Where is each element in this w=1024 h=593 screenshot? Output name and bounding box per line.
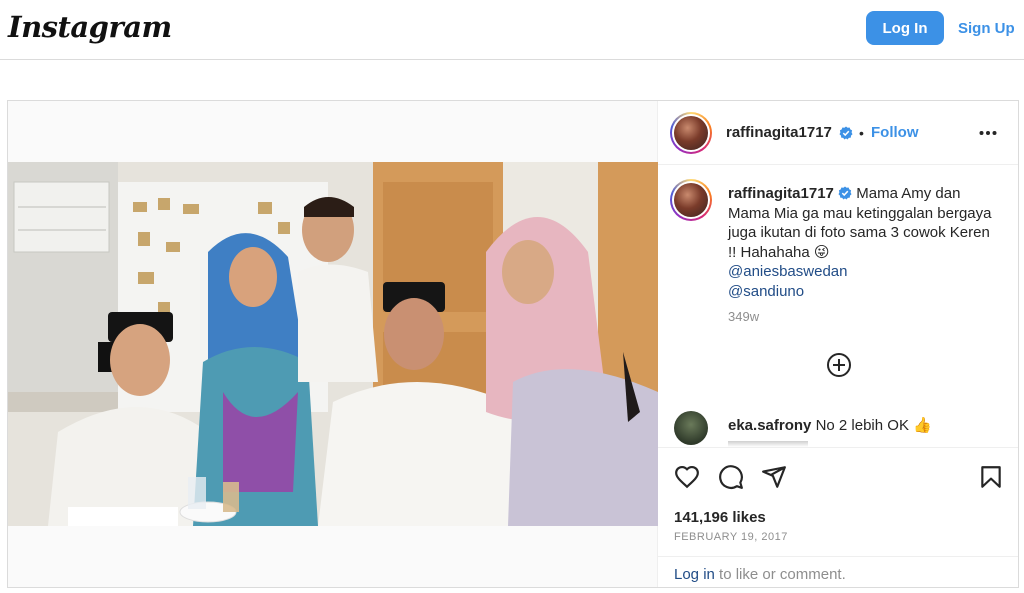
instagram-logo[interactable]: Instagram <box>8 10 172 44</box>
post-card: raffinagita1717 • Follow raffinagita1717 <box>7 100 1019 588</box>
author-username[interactable]: raffinagita1717 <box>726 124 832 141</box>
comment-icon[interactable] <box>718 464 744 490</box>
mention-link[interactable]: @sandiuno <box>728 282 998 302</box>
post-actions: 141,196 likes FEBRUARY 19, 2017 <box>658 447 1018 557</box>
comment-text: eka.safrony No 2 lebih OK 👍 <box>728 416 932 434</box>
commenter-avatar[interactable] <box>674 411 708 445</box>
more-options-icon[interactable] <box>978 123 998 143</box>
heart-icon[interactable] <box>674 464 700 490</box>
post-photo[interactable] <box>8 162 658 526</box>
mention-link[interactable]: @aniesbaswedan <box>728 262 998 282</box>
comments-section[interactable]: raffinagita1717 Mama Amy dan Mama Mia ga… <box>658 165 1018 447</box>
signup-button[interactable]: Sign Up <box>958 11 1015 45</box>
login-prompt: Log in to like or comment. <box>658 556 1018 588</box>
share-icon[interactable] <box>761 464 787 490</box>
post-header: raffinagita1717 • Follow <box>658 101 1018 165</box>
verified-icon <box>838 186 852 200</box>
separator-dot: • <box>859 125 864 141</box>
commenter-username[interactable]: eka.safrony <box>728 417 811 434</box>
comment-body: No 2 lebih OK 👍 <box>815 417 932 434</box>
login-link[interactable]: Log in <box>674 566 715 583</box>
comment-item: eka.safrony No 2 lebih OK 👍 <box>674 407 1004 447</box>
post-caption: raffinagita1717 Mama Amy dan Mama Mia ga… <box>728 184 998 302</box>
post-media <box>8 101 658 587</box>
login-prompt-text: to like or comment. <box>714 566 846 583</box>
photo-illustration <box>8 162 658 526</box>
author-avatar[interactable] <box>670 112 712 154</box>
post-date[interactable]: FEBRUARY 19, 2017 <box>674 531 788 543</box>
follow-button[interactable]: Follow <box>871 124 919 141</box>
load-more-comments-icon[interactable] <box>825 351 853 379</box>
caption-timestamp[interactable]: 349w <box>728 309 759 324</box>
verified-icon <box>839 126 853 140</box>
caption-username[interactable]: raffinagita1717 <box>728 185 834 202</box>
top-navigation: Instagram Log In Sign Up <box>0 0 1024 60</box>
login-button[interactable]: Log In <box>866 11 944 45</box>
bookmark-icon[interactable] <box>978 464 1004 490</box>
likes-count[interactable]: 141,196 likes <box>674 509 766 526</box>
caption-author-avatar[interactable] <box>670 179 712 221</box>
post-sidebar: raffinagita1717 • Follow raffinagita1717 <box>658 101 1018 587</box>
